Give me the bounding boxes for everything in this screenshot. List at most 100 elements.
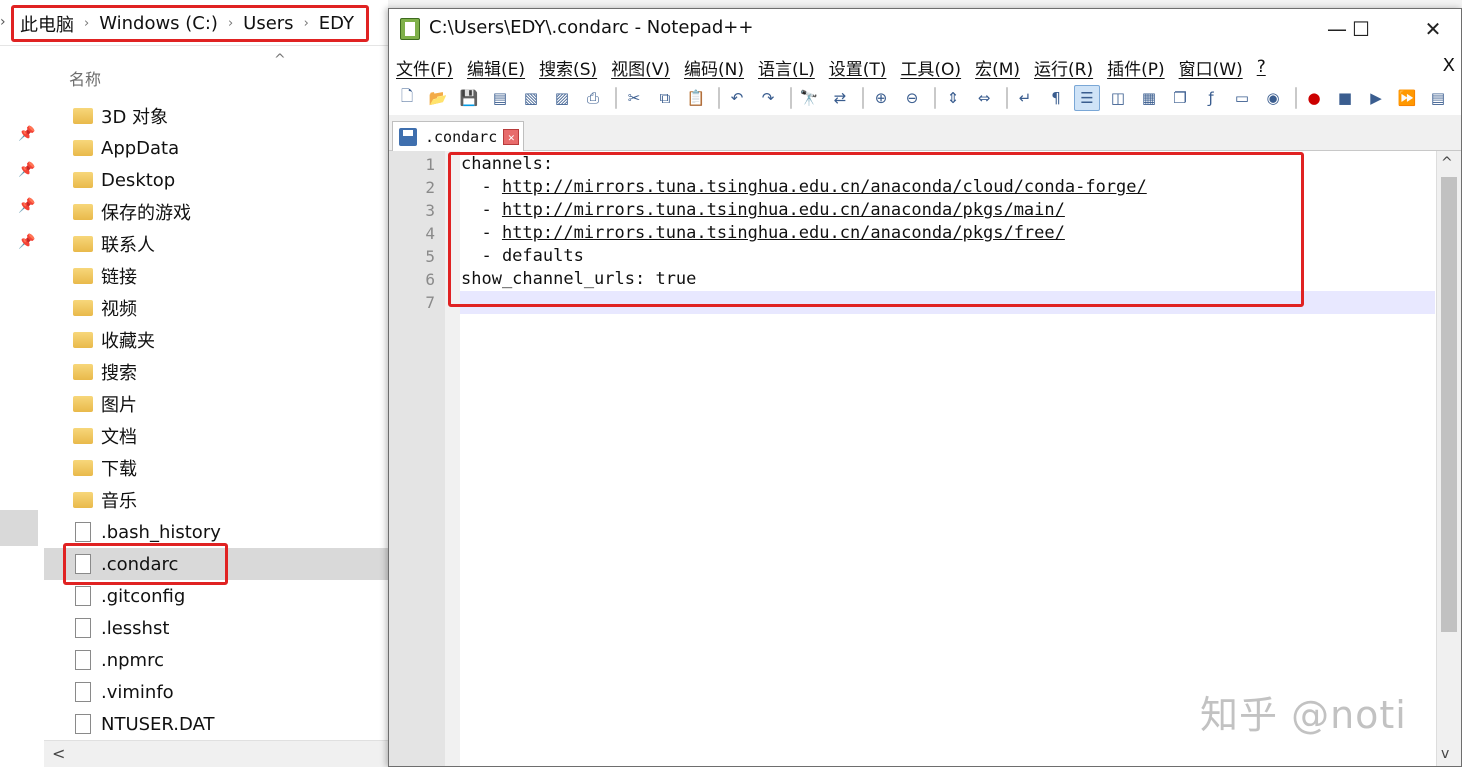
word-wrap-icon[interactable]: ↵ [1012, 85, 1038, 111]
scrollbar-thumb[interactable] [1441, 177, 1457, 632]
list-item-label: Desktop [101, 169, 176, 191]
menu-settings[interactable]: 设置(T) [829, 55, 887, 80]
nav-selected-item[interactable] [0, 510, 38, 546]
breadcrumb[interactable]: 此电脑 › Windows (C:) › Users › EDY [11, 5, 369, 42]
save-macro-icon[interactable]: ▤ [1425, 85, 1451, 111]
list-item[interactable]: 搜索 [44, 356, 388, 388]
file-icon [72, 521, 94, 543]
menu-window[interactable]: 窗口(W) [1179, 55, 1243, 80]
menu-language[interactable]: 语言(L) [758, 55, 815, 80]
breadcrumb-item-this-pc[interactable]: 此电脑 [20, 11, 74, 37]
list-item[interactable]: NTUSER.DAT [44, 708, 388, 740]
paste-icon[interactable]: 📋 [683, 85, 709, 111]
function-list-icon[interactable]: ƒ [1198, 85, 1224, 111]
open-file-icon[interactable]: 📂 [425, 85, 451, 111]
menu-tools[interactable]: 工具(O) [900, 55, 961, 80]
breadcrumb-item-user[interactable]: EDY [319, 13, 354, 34]
replace-icon[interactable]: ⇄ [827, 85, 853, 111]
stop-macro-icon[interactable]: ■ [1332, 85, 1358, 111]
vertical-scrollbar[interactable]: ^ v [1436, 151, 1461, 766]
menu-plugins[interactable]: 插件(P) [1107, 55, 1165, 80]
breadcrumb-item-users[interactable]: Users [243, 13, 293, 34]
new-file-icon[interactable]: 🗋 [394, 85, 420, 111]
document-map-icon[interactable]: ▦ [1136, 85, 1162, 111]
list-item[interactable]: .npmrc [44, 644, 388, 676]
menu-file[interactable]: 文件(F) [396, 55, 453, 80]
redo-icon[interactable]: ↷ [755, 85, 781, 111]
list-item[interactable]: 联系人 [44, 228, 388, 260]
editor-area[interactable]: 1234567 channels: - http://mirrors.tuna.… [389, 151, 1461, 766]
maximize-button[interactable]: ☐ [1337, 11, 1385, 47]
close-document-button[interactable]: X [1443, 55, 1455, 76]
list-item[interactable]: 链接 [44, 260, 388, 292]
sync-horizontal-icon[interactable]: ⇔ [971, 85, 997, 111]
list-item-label: 下载 [101, 459, 137, 480]
menu-view[interactable]: 视图(V) [611, 55, 670, 80]
toolbar: 🗋 📂 💾 ▤ ▧ ▨ ⎙ ✂ ⧉ 📋 ↶ ↷ 🔭 ⇄ ⊕ ⊖ ⇕ ⇔ ↵ ¶ [389, 82, 1461, 114]
list-item-label: .bash_history [101, 521, 221, 543]
indent-guide-icon[interactable]: ☰ [1074, 85, 1100, 111]
undo-icon[interactable]: ↶ [724, 85, 750, 111]
menu-encoding[interactable]: 编码(N) [684, 55, 744, 80]
copy-icon[interactable]: ⧉ [652, 85, 678, 111]
document-list-icon[interactable]: ❐ [1167, 85, 1193, 111]
zoom-in-icon[interactable]: ⊕ [868, 85, 894, 111]
menu-run[interactable]: 运行(R) [1034, 55, 1093, 80]
pin-icon[interactable]: 📌 [18, 126, 35, 142]
list-item[interactable]: 视频 [44, 292, 388, 324]
list-item[interactable]: .lesshst [44, 612, 388, 644]
menu-help[interactable]: ? [1257, 57, 1266, 77]
pin-icon[interactable]: 📌 [18, 198, 35, 214]
column-header-name[interactable]: 名称 [69, 66, 101, 90]
list-item[interactable]: 保存的游戏 [44, 196, 388, 228]
zoom-out-icon[interactable]: ⊖ [899, 85, 925, 111]
record-macro-icon[interactable]: ● [1301, 85, 1327, 111]
breadcrumb-item-drive[interactable]: Windows (C:) [99, 13, 218, 34]
show-all-characters-icon[interactable]: ¶ [1043, 85, 1069, 111]
scroll-up-arrow-icon[interactable]: ^ [1441, 155, 1453, 171]
scroll-left-arrow-icon[interactable]: < [52, 744, 65, 763]
list-item[interactable]: 音乐 [44, 484, 388, 516]
user-language-icon[interactable]: ◫ [1105, 85, 1131, 111]
menu-macro[interactable]: 宏(M) [975, 55, 1020, 80]
list-item[interactable]: .viminfo [44, 676, 388, 708]
links-folder-icon [72, 265, 94, 287]
save-all-icon[interactable]: ▤ [487, 85, 513, 111]
find-icon[interactable]: 🔭 [796, 85, 822, 111]
tab-label: .condarc [425, 128, 498, 146]
close-all-icon[interactable]: ▨ [549, 85, 575, 111]
file-list: 3D 对象 AppData Desktop 保存的游戏联系人链接视频收藏夹 搜索 图片 文档… [44, 100, 388, 740]
print-icon[interactable]: ⎙ [580, 85, 606, 111]
scroll-down-arrow-icon[interactable]: v [1441, 746, 1449, 762]
list-item[interactable]: 3D 对象 [44, 100, 388, 132]
tab-condarc[interactable]: .condarc ✕ [392, 121, 524, 152]
close-file-icon[interactable]: ▧ [518, 85, 544, 111]
title-bar[interactable]: C:\Users\EDY\.condarc - Notepad++ — ☐ ✕ [389, 9, 1461, 49]
run-macro-multiple-icon[interactable]: ⏩ [1394, 85, 1420, 111]
save-icon[interactable]: 💾 [456, 85, 482, 111]
pin-icon[interactable]: 📌 [18, 162, 35, 178]
list-item[interactable]: 下载 [44, 452, 388, 484]
menu-edit[interactable]: 编辑(E) [467, 55, 525, 80]
address-bar[interactable]: › 此电脑 › Windows (C:) › Users › EDY [0, 0, 388, 46]
list-item[interactable]: 图片 [44, 388, 388, 420]
sync-vertical-icon[interactable]: ⇕ [940, 85, 966, 111]
menu-search[interactable]: 搜索(S) [539, 55, 597, 80]
file-icon [72, 713, 94, 735]
close-tab-icon[interactable]: ✕ [503, 129, 520, 145]
cut-icon[interactable]: ✂ [621, 85, 647, 111]
play-macro-icon[interactable]: ▶ [1363, 85, 1389, 111]
toolbar-separator [1295, 87, 1297, 109]
horizontal-scrollbar[interactable]: < [44, 740, 388, 767]
window-title: C:\Users\EDY\.condarc - Notepad++ [429, 17, 754, 38]
list-item-label: 联系人 [101, 235, 155, 256]
list-item-label: 视频 [101, 299, 137, 320]
list-item[interactable]: 文档 [44, 420, 388, 452]
list-item[interactable]: AppData [44, 132, 388, 164]
pin-icon[interactable]: 📌 [18, 234, 35, 250]
close-button[interactable]: ✕ [1409, 11, 1457, 47]
list-item[interactable]: Desktop [44, 164, 388, 196]
folder-as-workspace-icon[interactable]: ▭ [1229, 85, 1255, 111]
monitoring-icon[interactable]: ◉ [1260, 85, 1286, 111]
list-item[interactable]: 收藏夹 [44, 324, 388, 356]
